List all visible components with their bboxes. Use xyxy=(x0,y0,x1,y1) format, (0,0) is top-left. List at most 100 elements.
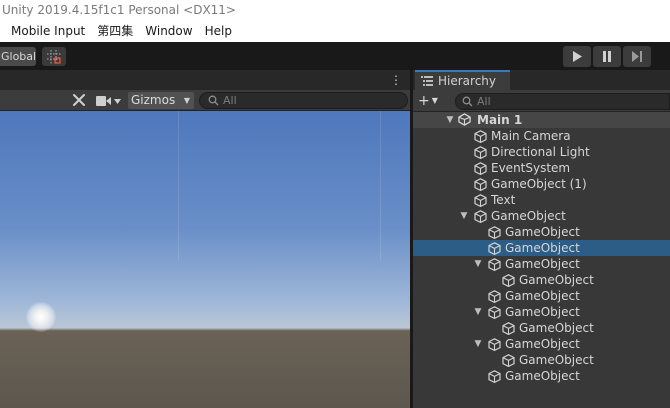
unity-editor-window: Unity 2019.4.15f1c1 Personal <DX11> Mobi… xyxy=(0,0,670,408)
pause-button[interactable] xyxy=(593,46,621,67)
playback-controls xyxy=(563,46,651,67)
hierarchy-item-label: GameObject xyxy=(505,257,580,271)
scene-search-placeholder: All xyxy=(223,94,237,107)
scene-search-input[interactable]: All xyxy=(199,92,408,109)
hierarchy-search-input[interactable]: All xyxy=(455,93,670,110)
hierarchy-item[interactable]: Text xyxy=(413,192,670,208)
hierarchy-tab-bar: Hierarchy xyxy=(413,70,670,90)
hierarchy-item-label: EventSystem xyxy=(491,161,571,175)
hierarchy-item[interactable]: GameObject (1) xyxy=(413,176,670,192)
plus-icon: + xyxy=(418,92,430,109)
expand-arrow-icon[interactable]: ▼ xyxy=(459,208,469,224)
hierarchy-item[interactable]: ▼ GameObject xyxy=(413,336,670,352)
hierarchy-item-label: GameObject xyxy=(505,289,580,303)
grid-line xyxy=(178,111,179,261)
gameobject-cube-icon xyxy=(502,322,515,335)
step-button[interactable] xyxy=(623,46,651,67)
hierarchy-item-label: GameObject xyxy=(519,273,594,287)
hierarchy-item[interactable]: GameObject xyxy=(413,272,670,288)
tab-hierarchy[interactable]: Hierarchy xyxy=(415,70,510,90)
gameobject-cube-icon xyxy=(474,194,487,207)
hierarchy-item-label: Text xyxy=(491,193,516,207)
play-button[interactable] xyxy=(563,46,591,67)
step-icon xyxy=(632,51,642,62)
grid-snap-button[interactable] xyxy=(42,47,66,66)
expand-arrow-icon[interactable]: ▼ xyxy=(445,112,455,128)
chevron-down-icon: ▼ xyxy=(431,96,438,105)
hierarchy-item-label: GameObject xyxy=(505,225,580,239)
gameobject-cube-icon xyxy=(474,210,487,223)
hierarchy-item[interactable]: EventSystem xyxy=(413,160,670,176)
scene-viewport[interactable] xyxy=(0,111,410,408)
hierarchy-toolbar: + ▼ All xyxy=(413,90,670,112)
list-icon xyxy=(421,76,433,86)
pivot-rotation-toggle[interactable]: Global xyxy=(0,47,36,66)
gameobject-cube-icon xyxy=(488,338,501,351)
create-dropdown[interactable]: + ▼ xyxy=(418,92,444,109)
hierarchy-item[interactable]: GameObject xyxy=(413,288,670,304)
gameobject-cube-icon xyxy=(488,306,501,319)
scene-tab-bar: ⋮ xyxy=(0,70,410,90)
menu-window[interactable]: Window xyxy=(140,20,199,42)
scene-tools-button[interactable] xyxy=(71,92,87,108)
hierarchy-item-label: Directional Light xyxy=(491,145,590,159)
gameobject-cube-icon xyxy=(474,162,487,175)
tab-hierarchy-label: Hierarchy xyxy=(438,73,497,88)
scene-row[interactable]: ▼ Main 1 xyxy=(413,112,670,128)
hierarchy-item[interactable]: Directional Light xyxy=(413,144,670,160)
gameobject-cube-icon xyxy=(488,290,501,303)
unity-scene-icon xyxy=(458,113,471,126)
menu-custom[interactable]: 第四集 xyxy=(92,20,140,42)
tools-icon xyxy=(73,94,85,106)
scene-toolbar: Gizmos ▼ All xyxy=(0,90,410,111)
grid-line xyxy=(380,111,381,261)
hierarchy-item-selected[interactable]: GameObject xyxy=(413,240,670,256)
hierarchy-item-label: GameObject xyxy=(519,353,594,367)
hierarchy-tree: ▼ Main 1 Main Camera Directional Light Eve… xyxy=(413,112,670,384)
hierarchy-item[interactable]: GameObject xyxy=(413,352,670,368)
chevron-down-icon: ▼ xyxy=(183,96,190,105)
hierarchy-item-label: GameObject xyxy=(505,337,580,351)
menu-bar: Mobile Input 第四集 Window Help xyxy=(0,20,670,42)
camera-icon xyxy=(96,95,121,106)
menu-help[interactable]: Help xyxy=(200,20,239,42)
hierarchy-item-label: GameObject xyxy=(491,209,566,223)
hierarchy-item[interactable]: GameObject xyxy=(413,368,670,384)
scene-camera-dropdown[interactable] xyxy=(96,93,124,108)
gameobject-cube-icon xyxy=(488,226,501,239)
hierarchy-item-label: GameObject xyxy=(505,305,580,319)
hierarchy-item-label: GameObject (1) xyxy=(491,177,587,191)
hierarchy-item[interactable]: ▼ GameObject xyxy=(413,208,670,224)
hierarchy-item-label: GameObject xyxy=(505,241,580,255)
pause-icon xyxy=(603,51,611,62)
hierarchy-search-placeholder: All xyxy=(477,95,491,108)
menu-mobile-input[interactable]: Mobile Input xyxy=(0,20,92,42)
hierarchy-item[interactable]: ▼ GameObject xyxy=(413,256,670,272)
main-toolbar: Global xyxy=(0,42,670,70)
more-options-icon[interactable]: ⋮ xyxy=(390,73,402,87)
gizmos-dropdown[interactable]: Gizmos ▼ xyxy=(128,92,194,109)
hierarchy-panel: Hierarchy + ▼ All ▼ Main 1 Main Camera D… xyxy=(413,70,670,408)
gameobject-cube-icon xyxy=(488,242,501,255)
gameobject-cube-icon xyxy=(502,354,515,367)
directional-light-gizmo[interactable] xyxy=(26,302,56,332)
expand-arrow-icon[interactable]: ▼ xyxy=(473,304,483,320)
play-icon xyxy=(573,51,582,62)
gameobject-cube-icon xyxy=(474,178,487,191)
search-icon xyxy=(208,95,219,106)
hierarchy-item[interactable]: GameObject xyxy=(413,320,670,336)
window-title: Unity 2019.4.15f1c1 Personal <DX11> xyxy=(0,0,670,20)
hierarchy-item-label: GameObject xyxy=(505,369,580,383)
gameobject-cube-icon xyxy=(502,274,515,287)
hierarchy-item[interactable]: GameObject xyxy=(413,224,670,240)
expand-arrow-icon[interactable]: ▼ xyxy=(473,336,483,352)
grid-snap-icon xyxy=(47,49,61,64)
hierarchy-item-label: GameObject xyxy=(519,321,594,335)
hierarchy-item[interactable]: ▼ GameObject xyxy=(413,304,670,320)
gizmos-label: Gizmos xyxy=(131,93,176,107)
hierarchy-item[interactable]: Main Camera xyxy=(413,128,670,144)
expand-arrow-icon[interactable]: ▼ xyxy=(473,256,483,272)
hierarchy-item-label: Main Camera xyxy=(491,129,571,143)
gameobject-cube-icon xyxy=(488,370,501,383)
search-icon xyxy=(462,96,473,107)
